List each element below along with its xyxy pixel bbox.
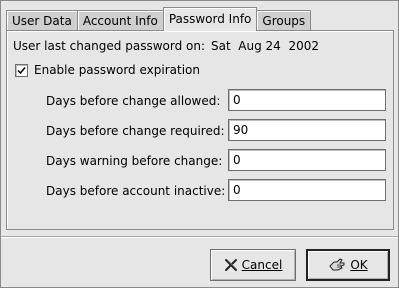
field-row-change-required: Days before change required: 90 <box>7 119 393 143</box>
tab-groups[interactable]: Groups <box>256 10 312 31</box>
last-changed-date: Sat Aug 24 2002 <box>211 39 319 53</box>
days-before-change-allowed-input[interactable]: 0 <box>228 89 386 111</box>
ok-hand-icon <box>328 257 346 273</box>
days-before-change-required-input[interactable]: 90 <box>228 119 386 141</box>
tab-password-info[interactable]: Password Info <box>162 7 258 31</box>
cancel-button[interactable]: Cancel <box>210 249 296 281</box>
field-row-inactive: Days before account inactive: 0 <box>7 179 393 203</box>
ok-button-label: OK <box>350 258 368 272</box>
field-row-change-allowed: Days before change allowed: 0 <box>7 89 393 113</box>
days-before-account-inactive-input[interactable]: 0 <box>228 179 386 201</box>
last-changed-text: User last changed password on: Sat Aug 24… <box>13 39 319 53</box>
tab-bar: User Data Account Info Password Info Gro… <box>6 7 312 31</box>
days-before-change-allowed-label: Days before change allowed: <box>46 94 221 108</box>
button-separator <box>1 236 398 238</box>
cancel-button-label: Cancel <box>241 258 283 272</box>
days-warning-before-change-label: Days warning before change: <box>46 154 223 168</box>
days-warning-before-change-input[interactable]: 0 <box>228 149 386 171</box>
tab-account-info[interactable]: Account Info <box>76 10 164 31</box>
user-properties-dialog: User Data Account Info Password Info Gro… <box>0 0 399 288</box>
enable-expiration-row[interactable]: Enable password expiration <box>15 63 200 77</box>
enable-expiration-checkbox[interactable] <box>15 63 28 77</box>
cancel-x-icon <box>224 258 238 272</box>
ok-button[interactable]: OK <box>306 249 390 281</box>
days-before-account-inactive-label: Days before account inactive: <box>46 184 226 198</box>
last-changed-label: User last changed password on: <box>13 39 205 53</box>
field-row-warning: Days warning before change: 0 <box>7 149 393 173</box>
enable-expiration-label: Enable password expiration <box>34 63 200 77</box>
password-info-panel: User last changed password on: Sat Aug 24… <box>6 30 394 230</box>
checkmark-icon <box>17 66 26 74</box>
tab-user-data[interactable]: User Data <box>6 10 78 31</box>
days-before-change-required-label: Days before change required: <box>46 124 225 138</box>
